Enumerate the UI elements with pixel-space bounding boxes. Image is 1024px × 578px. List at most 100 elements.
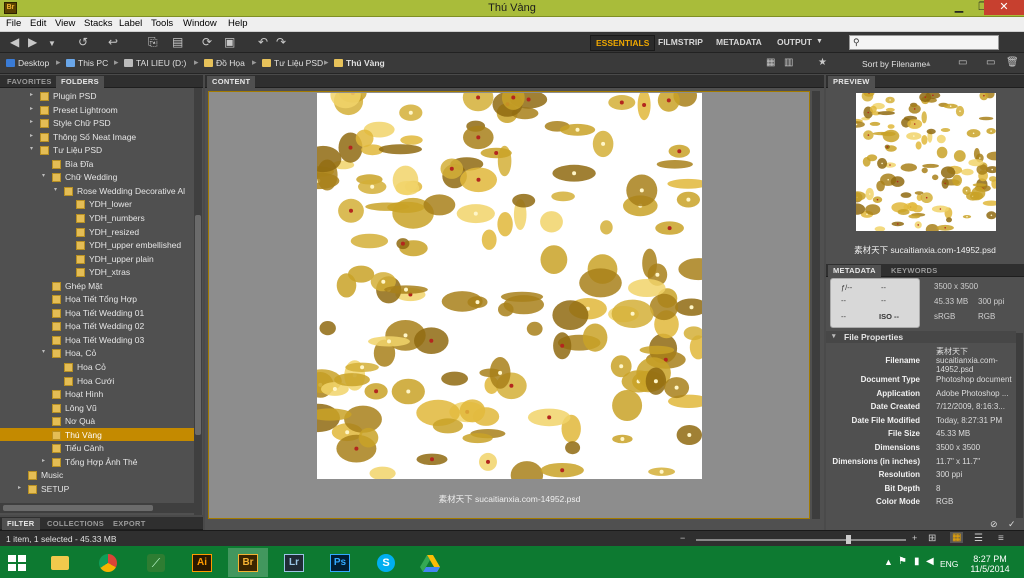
folder-tree-item[interactable]: ▸ Thông Số Neat Image (0, 130, 194, 144)
rotate-icon[interactable]: ⟳ (202, 36, 212, 48)
folder-tree-item[interactable]: Hoạt Hình (0, 387, 194, 401)
thumbnail-quality-icon[interactable]: ▥ (784, 57, 793, 69)
folder-tree-item[interactable]: YDH_xtras (0, 265, 194, 279)
breadcrumb-thu-vang[interactable]: Thú Vàng (334, 58, 385, 68)
folder-tree-item[interactable]: YDH_resized (0, 225, 194, 239)
workspace-essentials[interactable]: ESSENTIALS (590, 35, 656, 51)
taskbar-skype[interactable]: S (366, 548, 406, 577)
taskbar-chrome[interactable] (88, 548, 128, 577)
view-list-icon[interactable]: ≡ (998, 533, 1004, 544)
disclosure-open-icon[interactable]: ▾ (42, 348, 45, 355)
folder-tree-item[interactable]: YDH_numbers (0, 211, 194, 225)
taskbar-lightroom[interactable]: Lr (274, 548, 314, 577)
forward-arrow-icon[interactable]: ▶ (28, 36, 37, 48)
taskbar-file-explorer[interactable] (40, 548, 80, 577)
disclosure-open-icon[interactable]: ▾ (54, 186, 57, 193)
preview-image[interactable] (856, 93, 996, 231)
tab-keywords[interactable]: KEYWORDS (886, 265, 943, 277)
folder-tree-item[interactable]: ▸ Style Chữ PSD (0, 116, 194, 130)
folder-tree-item[interactable]: ▸ SETUP (0, 482, 194, 496)
network-icon[interactable]: ▮ (914, 556, 920, 567)
tab-folders[interactable]: FOLDERS (56, 76, 104, 88)
folder-tree-item[interactable]: Nơ Quà (0, 414, 194, 428)
menu-label[interactable]: Label (119, 18, 142, 29)
folder-tree-hscroll-thumb[interactable] (3, 505, 153, 511)
menu-stacks[interactable]: Stacks (84, 18, 113, 29)
output-icon[interactable]: ▣ (224, 36, 235, 48)
disclosure-closed-icon[interactable]: ▸ (42, 457, 45, 464)
taskbar-photoshop[interactable]: Ps (320, 548, 360, 577)
search-input[interactable]: ⚲ (849, 35, 999, 50)
folder-tree-item[interactable]: ▸ Tổng Hợp Ảnh Thẻ (0, 455, 194, 469)
menu-window[interactable]: Window (183, 18, 217, 29)
open-recent-folder-icon[interactable]: ▭ (958, 57, 967, 69)
tab-filter[interactable]: FILTER (2, 518, 40, 530)
show-hidden-icons-icon[interactable]: ▲ (884, 557, 893, 567)
camera-download-icon[interactable]: ⎘ (148, 36, 158, 48)
folder-tree-item[interactable]: Họa Tiết Wedding 03 (0, 333, 194, 347)
sort-by-filename[interactable]: Sort by Filename (862, 59, 926, 69)
disclosure-open-icon[interactable]: ▾ (30, 145, 33, 152)
breadcrumb-tu-lieu-psd[interactable]: Tư Liệu PSD (262, 58, 323, 68)
folder-tree-item[interactable]: Thú Vàng (0, 427, 194, 442)
taskbar-clock[interactable]: 8:27 PM 11/5/2014 (960, 554, 1020, 574)
breadcrumb-desktop[interactable]: Desktop (6, 58, 49, 68)
close-button[interactable]: ✕ (984, 0, 1024, 15)
sort-ascending-icon[interactable]: ▴ (926, 58, 931, 69)
breadcrumb-this-pc[interactable]: This PC (66, 58, 108, 68)
language-indicator[interactable]: ENG (940, 559, 958, 569)
menu-view[interactable]: View (55, 18, 75, 29)
file-thumbnail[interactable] (317, 93, 702, 479)
folder-tree-item[interactable]: ▸ Preset Lightroom (0, 103, 194, 117)
folder-tree-item[interactable]: Hoa Cưới (0, 374, 194, 388)
folder-tree-item[interactable]: Ghép Mặt (0, 279, 194, 293)
folder-tree-item[interactable]: YDH_upper plain (0, 252, 194, 266)
menu-edit[interactable]: Edit (30, 18, 46, 29)
new-folder-icon[interactable]: ▭ (986, 57, 995, 69)
disclosure-closed-icon[interactable]: ▸ (18, 484, 21, 491)
workspace-output[interactable]: OUTPUT (777, 37, 812, 47)
folder-tree-item[interactable]: Lông Vũ (0, 401, 194, 415)
star-filter-icon[interactable]: ★ (818, 57, 827, 69)
flag-icon[interactable]: ⚑ (898, 556, 907, 567)
metadata-scrollbar[interactable] (1016, 333, 1023, 518)
tab-collections[interactable]: COLLECTIONS (42, 518, 109, 530)
folder-tree-item[interactable]: ▾ Rose Wedding Decorative Al (0, 184, 194, 198)
minimize-button[interactable]: ▁ (946, 0, 972, 15)
collapse-chevron-icon[interactable]: ▾ (832, 332, 836, 340)
thumbnail-size-slider[interactable] (696, 539, 906, 541)
tab-content[interactable]: CONTENT (207, 76, 256, 88)
quality-icon[interactable]: ▦ (766, 57, 775, 69)
refine-icon[interactable]: ▤ (172, 36, 183, 48)
workspace-filmstrip[interactable]: FILMSTRIP (658, 37, 703, 47)
boomerang-icon[interactable]: ↩ (108, 36, 118, 48)
larger-thumbnail-icon[interactable]: + (912, 533, 917, 543)
tab-favorites[interactable]: FAVORITES (2, 76, 57, 88)
taskbar-bridge[interactable]: Br (228, 548, 268, 577)
rotate-left-icon[interactable]: ↶ (258, 36, 268, 48)
disclosure-closed-icon[interactable]: ▸ (30, 118, 33, 125)
tab-metadata[interactable]: METADATA (828, 265, 881, 277)
folder-tree-item[interactable]: Họa Tiết Wedding 01 (0, 306, 194, 320)
workspace-menu-chevron-icon[interactable]: ▼ (816, 38, 823, 45)
folder-tree-item[interactable]: Họa Tiết Wedding 02 (0, 319, 194, 333)
back-arrow-icon[interactable]: ◀ (10, 36, 19, 48)
recent-folder-icon[interactable]: ↺ (78, 36, 88, 48)
folder-tree-item[interactable]: Music (0, 468, 194, 482)
folder-tree-scroll-thumb[interactable] (195, 215, 201, 435)
folder-tree-item[interactable]: ▾ Chữ Wedding (0, 170, 194, 184)
disclosure-closed-icon[interactable]: ▸ (30, 91, 33, 98)
disclosure-open-icon[interactable]: ▾ (42, 172, 45, 179)
folder-tree-item[interactable]: ▾ Hoa, Cỏ (0, 346, 194, 360)
view-details-icon[interactable]: ☰ (974, 533, 983, 544)
thumbnail-size-slider-thumb[interactable] (846, 535, 851, 544)
menu-tools[interactable]: Tools (151, 18, 173, 29)
breadcrumb-drive[interactable]: TAI LIEU (D:) (124, 58, 186, 68)
disclosure-closed-icon[interactable]: ▸ (30, 105, 33, 112)
smaller-thumbnail-icon[interactable]: − (680, 533, 685, 543)
disclosure-closed-icon[interactable]: ▸ (30, 132, 33, 139)
taskbar-green-app[interactable]: ⟋ (136, 548, 176, 577)
taskbar-illustrator[interactable]: Ai (182, 548, 222, 577)
menu-file[interactable]: File (6, 18, 21, 29)
thumbnail-filename[interactable]: 素材天下 sucaitianxia.com-14952.psd (317, 493, 702, 505)
